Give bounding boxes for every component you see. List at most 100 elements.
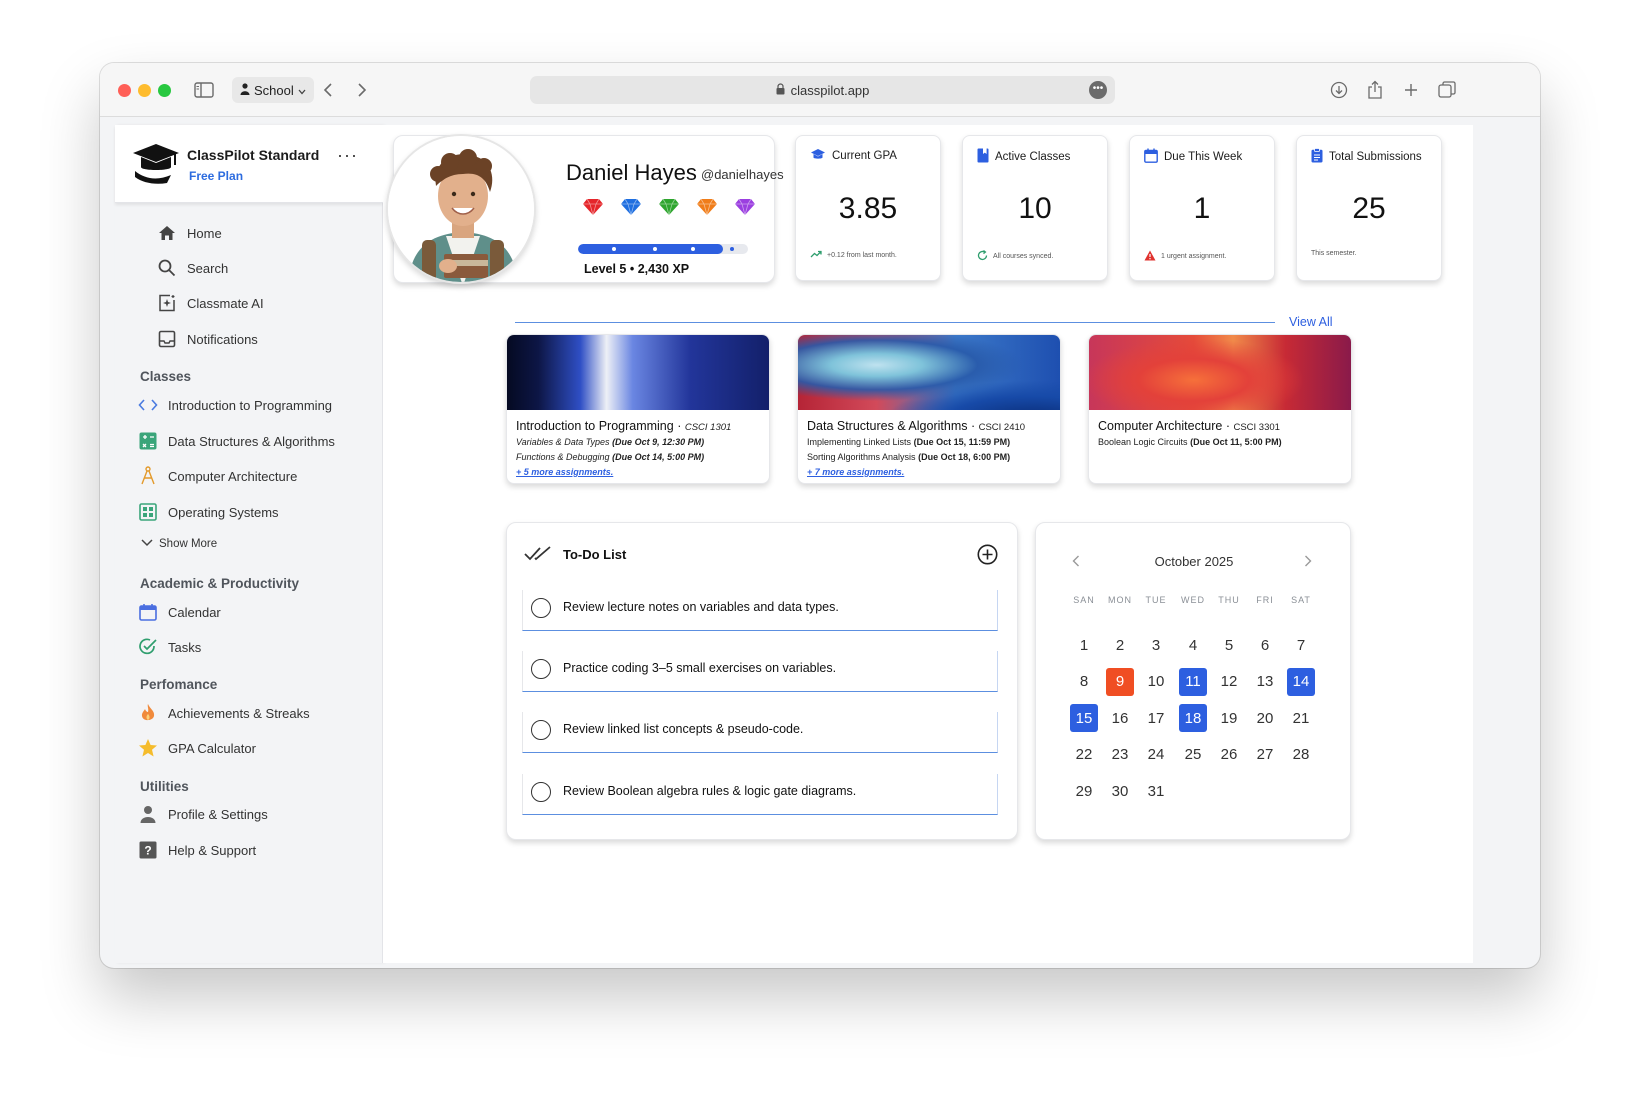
address-bar[interactable]: classpilot.app ••• — [530, 76, 1115, 104]
sidebar-item-home[interactable]: Home — [157, 222, 222, 244]
todo-title: To-Do List — [563, 547, 627, 562]
profile-selector[interactable]: School — [232, 77, 314, 103]
todo-checkbox[interactable] — [531, 782, 551, 802]
calendar-day[interactable]: 2 — [1106, 631, 1134, 659]
sidebar-item-search[interactable]: Search — [157, 257, 228, 279]
calendar-day[interactable]: 1 — [1070, 631, 1098, 659]
sidebar-item-data-structures[interactable]: Data Structures & Algorithms — [138, 430, 335, 452]
forward-icon[interactable] — [352, 78, 372, 102]
sidebar-item-gpa-calculator[interactable]: GPA Calculator — [138, 737, 256, 759]
course-card-computer-architecture[interactable]: Computer Architecture · CSCI 3301 Boolea… — [1088, 334, 1352, 484]
avatar[interactable] — [386, 134, 536, 284]
calendar-day[interactable]: 30 — [1106, 777, 1134, 805]
calendar-day[interactable]: 3 — [1142, 631, 1170, 659]
calendar-day[interactable]: 26 — [1215, 741, 1243, 769]
assignment-line[interactable]: Sorting Algorithms Analysis (Due Oct 18,… — [807, 452, 1010, 462]
calendar-day[interactable]: 27 — [1251, 741, 1279, 769]
course-card-data-structures[interactable]: Data Structures & Algorithms · CSCI 2410… — [797, 334, 1061, 484]
calendar-day[interactable]: 21 — [1287, 704, 1315, 732]
calendar-day[interactable]: 8 — [1070, 668, 1098, 696]
calendar-day[interactable]: 16 — [1106, 704, 1134, 732]
calendar-day[interactable]: 20 — [1251, 704, 1279, 732]
sidebar-toggle-icon[interactable] — [192, 78, 216, 102]
sidebar-item-label: Search — [187, 260, 229, 276]
assignment-line[interactable]: Boolean Logic Circuits (Due Oct 11, 5:00… — [1098, 437, 1282, 447]
emerald-gem-icon[interactable] — [658, 198, 680, 221]
calendar-day[interactable]: 18 — [1179, 704, 1207, 732]
calendar-day[interactable]: 11 — [1179, 667, 1207, 696]
graduation-cap-logo-icon — [131, 141, 181, 190]
todo-checkbox[interactable] — [531, 720, 551, 740]
calendar-day[interactable]: 9 — [1106, 667, 1134, 696]
calendar-day[interactable]: 19 — [1215, 704, 1243, 732]
sidebar-item-computer-architecture[interactable]: Computer Architecture — [138, 465, 297, 487]
calendar-day[interactable]: 4 — [1179, 631, 1207, 659]
sidebar-item-help-support[interactable]: ? Help & Support — [138, 839, 256, 861]
ruby-gem-icon[interactable] — [582, 198, 604, 221]
new-tab-icon[interactable] — [1400, 78, 1422, 102]
assignment-line[interactable]: Variables & Data Types (Due Oct 9, 12:30… — [516, 437, 704, 447]
todo-item[interactable]: Practice coding 3–5 small exercises on v… — [522, 651, 998, 692]
course-title: Computer Architecture · CSCI 3301 — [1098, 419, 1280, 433]
calendar-day[interactable]: 25 — [1179, 741, 1207, 769]
maximize-window-button[interactable] — [158, 84, 171, 97]
add-todo-icon[interactable] — [977, 544, 998, 570]
brand-plan[interactable]: Free Plan — [189, 169, 243, 183]
topaz-gem-icon[interactable] — [696, 198, 718, 221]
amethyst-gem-icon[interactable] — [734, 198, 756, 221]
more-assignments-link[interactable]: + 7 more assignments. — [807, 467, 904, 477]
sidebar-item-notifications[interactable]: Notifications — [157, 328, 258, 350]
share-icon[interactable] — [1364, 78, 1386, 102]
sidebar-item-classmate-ai[interactable]: Classmate AI — [157, 292, 264, 314]
todo-item[interactable]: Review linked list concepts & pseudo-cod… — [522, 712, 998, 753]
todo-item[interactable]: Review Boolean algebra rules & logic gat… — [522, 774, 998, 815]
calendar-day[interactable]: 29 — [1070, 777, 1098, 805]
sidebar-item-calendar[interactable]: Calendar — [138, 601, 221, 623]
course-card-intro-programming[interactable]: Introduction to Programming · CSCI 1301 … — [506, 334, 770, 484]
assignment-line[interactable]: Implementing Linked Lists (Due Oct 15, 1… — [807, 437, 1010, 447]
sidebar-item-intro-programming[interactable]: Introduction to Programming — [138, 394, 332, 416]
stat-card-gpa[interactable]: Current GPA 3.85 +0.12 from last month. — [795, 135, 941, 281]
calendar-day[interactable]: 14 — [1287, 667, 1315, 696]
calendar-day[interactable]: 17 — [1142, 704, 1170, 732]
tabs-overview-icon[interactable] — [1436, 78, 1458, 102]
calendar-day[interactable]: 5 — [1215, 631, 1243, 659]
todo-item[interactable]: Review lecture notes on variables and da… — [522, 590, 998, 631]
calendar-day[interactable]: 13 — [1251, 668, 1279, 696]
more-options-icon[interactable]: ··· — [337, 145, 358, 166]
sidebar-item-achievements[interactable]: Achievements & Streaks — [138, 702, 310, 724]
course-cover-image — [798, 335, 1060, 410]
stat-card-active-classes[interactable]: Active Classes 10 All courses synced. — [962, 135, 1108, 281]
calendar-weekday: SAN — [1073, 595, 1095, 605]
next-month-icon[interactable] — [1304, 554, 1312, 572]
sidebar-item-profile-settings[interactable]: Profile & Settings — [138, 803, 268, 825]
todo-card: To-Do List Review lecture notes on varia… — [506, 522, 1018, 840]
sapphire-gem-icon[interactable] — [620, 198, 642, 221]
sidebar-item-operating-systems[interactable]: Operating Systems — [138, 501, 279, 523]
show-more-button[interactable]: Show More — [141, 533, 217, 555]
calendar-day[interactable]: 12 — [1215, 668, 1243, 696]
calendar-day[interactable]: 24 — [1142, 741, 1170, 769]
calendar-day[interactable]: 7 — [1287, 631, 1315, 659]
back-icon[interactable] — [318, 78, 338, 102]
calendar-day[interactable]: 28 — [1287, 741, 1315, 769]
calendar-day[interactable]: 15 — [1070, 704, 1098, 732]
assignment-line[interactable]: Functions & Debugging (Due Oct 14, 5:00 … — [516, 452, 704, 462]
minimize-window-button[interactable] — [138, 84, 151, 97]
stat-card-due-this-week[interactable]: Due This Week 1 1 urgent assignment. — [1129, 135, 1275, 281]
calendar-day[interactable]: 10 — [1142, 668, 1170, 696]
more-assignments-link[interactable]: + 5 more assignments. — [516, 467, 613, 477]
todo-checkbox[interactable] — [531, 659, 551, 679]
page-menu-icon[interactable]: ••• — [1089, 81, 1107, 99]
sidebar-item-label: Introduction to Programming — [168, 397, 333, 413]
calendar-day[interactable]: 6 — [1251, 631, 1279, 659]
sidebar-item-tasks[interactable]: Tasks — [138, 636, 201, 658]
stat-card-total-submissions[interactable]: Total Submissions 25 This semester. — [1296, 135, 1442, 281]
download-icon[interactable] — [1328, 78, 1350, 102]
calendar-day[interactable]: 22 — [1070, 741, 1098, 769]
view-all-link[interactable]: View All — [1289, 315, 1333, 329]
todo-checkbox[interactable] — [531, 598, 551, 618]
calendar-day[interactable]: 31 — [1142, 777, 1170, 805]
close-window-button[interactable] — [118, 84, 131, 97]
calendar-day[interactable]: 23 — [1106, 741, 1134, 769]
